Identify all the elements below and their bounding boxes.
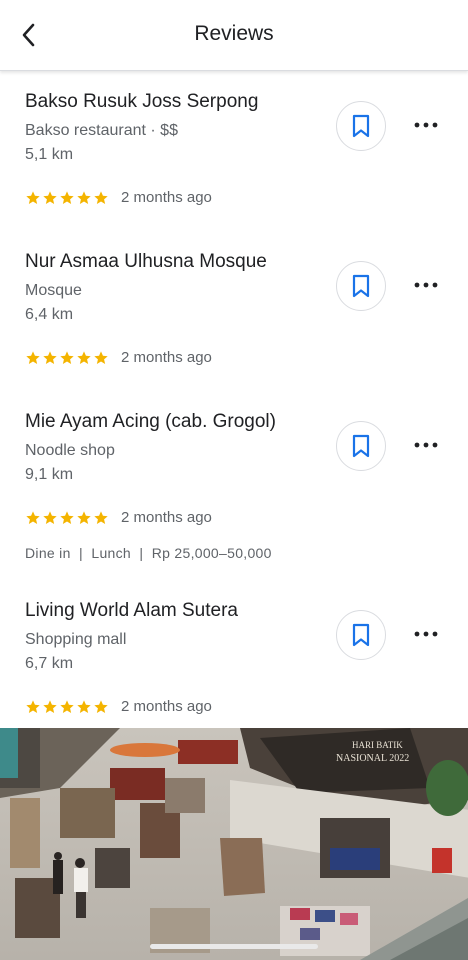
stars: [25, 350, 109, 366]
star-icon: [94, 510, 108, 524]
star-rating: 2 months ago: [25, 698, 212, 715]
home-indicator: [150, 944, 318, 949]
place-category: Mosque: [25, 282, 82, 299]
more-options-button[interactable]: [410, 111, 442, 139]
page-title: Reviews: [194, 22, 274, 45]
review-card[interactable]: Mie Ayam Acing (cab. Grogol) Noodle shop…: [0, 391, 468, 581]
star-icon: [60, 190, 74, 204]
star-icon: [94, 699, 108, 713]
banner-text: HARI BATIK: [352, 740, 403, 750]
star-icon: [77, 699, 91, 713]
place-distance: 6,7 km: [25, 655, 74, 672]
more-horizontal-icon: [414, 442, 438, 448]
review-card[interactable]: Living World Alam Sutera Shopping mall 6…: [0, 580, 468, 728]
more-horizontal-icon: [414, 631, 438, 637]
review-card[interactable]: Nur Asmaa Ulhusna Mosque Mosque 6,4 km 2…: [0, 231, 468, 392]
star-icon: [26, 699, 40, 713]
star-rating: 2 months ago: [25, 349, 212, 366]
star-icon: [26, 510, 40, 524]
star-icon: [60, 510, 74, 524]
review-time: 2 months ago: [121, 349, 212, 366]
star-icon: [43, 350, 57, 364]
bookmark-icon: [352, 623, 370, 647]
place-distance: 6,4 km: [25, 306, 74, 323]
star-icon: [43, 510, 57, 524]
star-icon: [26, 350, 40, 364]
place-name[interactable]: Nur Asmaa Ulhusna Mosque: [25, 251, 267, 273]
place-category: Noodle shop: [25, 442, 115, 459]
more-options-button[interactable]: [410, 620, 442, 648]
place-name[interactable]: Bakso Rusuk Joss Serpong: [25, 91, 258, 113]
bookmark-icon: [352, 274, 370, 298]
save-button[interactable]: [336, 610, 386, 660]
banner-text: NASIONAL 2022: [336, 753, 409, 764]
star-icon: [26, 190, 40, 204]
review-time: 2 months ago: [121, 698, 212, 715]
star-icon: [60, 699, 74, 713]
save-button[interactable]: [336, 261, 386, 311]
place-category: Shopping mall: [25, 631, 127, 648]
star-icon: [77, 510, 91, 524]
bookmark-icon: [352, 114, 370, 138]
review-time: 2 months ago: [121, 189, 212, 206]
stars: [25, 190, 109, 206]
stars: [25, 510, 109, 526]
star-icon: [77, 350, 91, 364]
star-icon: [43, 699, 57, 713]
review-time: 2 months ago: [121, 509, 212, 526]
top-bar: Reviews: [0, 0, 468, 71]
price-level: $$: [160, 122, 178, 139]
star-icon: [94, 350, 108, 364]
place-distance: 5,1 km: [25, 146, 74, 163]
more-horizontal-icon: [414, 122, 438, 128]
star-icon: [77, 190, 91, 204]
star-icon: [43, 190, 57, 204]
place-distance: 9,1 km: [25, 466, 74, 483]
star-rating: 2 months ago: [25, 189, 212, 206]
place-category: Bakso restaurant · $$: [25, 122, 178, 139]
star-icon: [60, 350, 74, 364]
save-button[interactable]: [336, 421, 386, 471]
more-options-button[interactable]: [410, 431, 442, 459]
bookmark-icon: [352, 434, 370, 458]
place-name[interactable]: Mie Ayam Acing (cab. Grogol): [25, 411, 276, 433]
star-rating: 2 months ago: [25, 509, 212, 526]
mall-photo-image: HARI BATIK NASIONAL 2022: [0, 728, 468, 960]
star-icon: [94, 190, 108, 204]
save-button[interactable]: [336, 101, 386, 151]
place-details: Dine in | Lunch | Rp 25,000–50,000: [25, 545, 272, 561]
place-name[interactable]: Living World Alam Sutera: [25, 600, 238, 622]
review-card[interactable]: Bakso Rusuk Joss Serpong Bakso restauran…: [0, 71, 468, 232]
stars: [25, 699, 109, 715]
more-horizontal-icon: [414, 282, 438, 288]
more-options-button[interactable]: [410, 271, 442, 299]
review-photo[interactable]: HARI BATIK NASIONAL 2022: [0, 728, 468, 960]
